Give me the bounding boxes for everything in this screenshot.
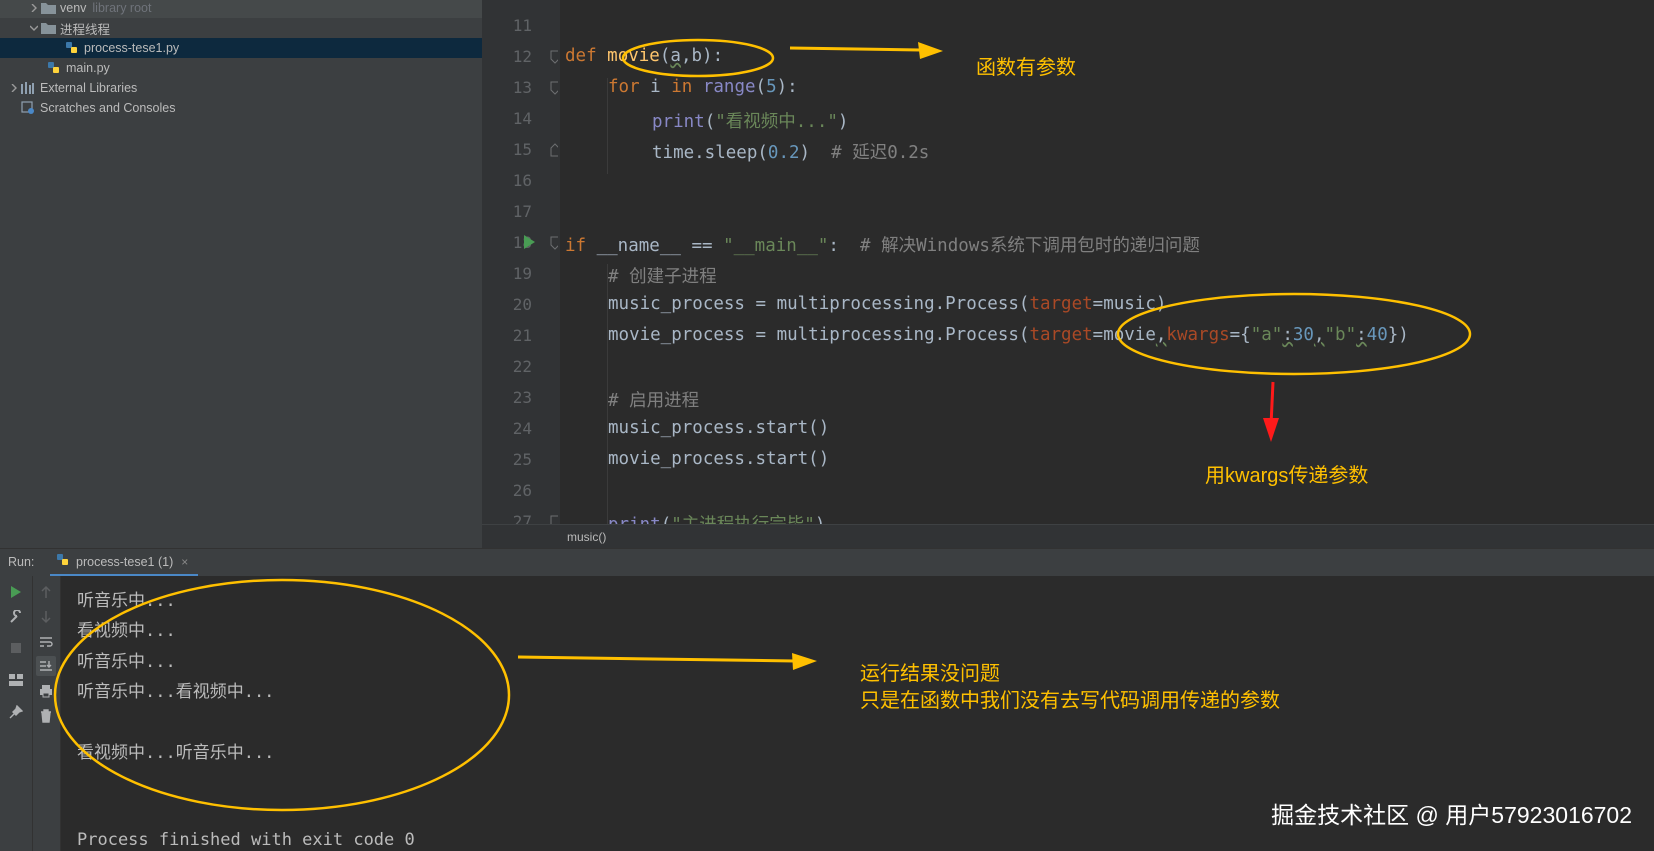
line-number: 20 bbox=[512, 295, 532, 314]
python-icon bbox=[56, 553, 70, 570]
fold-marker-icon[interactable] bbox=[550, 236, 558, 250]
clear-button[interactable] bbox=[36, 706, 56, 726]
stop-icon bbox=[11, 643, 21, 653]
wrap-icon bbox=[40, 637, 53, 647]
console-line: 看视频中... bbox=[77, 621, 176, 641]
annotation-text: 只是在函数中我们没有去写代码调用传递的参数 bbox=[860, 690, 1280, 712]
pin-icon bbox=[9, 705, 23, 719]
code-line-15[interactable]: time.sleep(0.2) # 延迟0.2s bbox=[652, 139, 929, 164]
line-number: 19 bbox=[512, 264, 532, 283]
annotation-text: 函数有参数 bbox=[976, 57, 1076, 79]
rerun-button[interactable] bbox=[6, 582, 26, 602]
folder-icon bbox=[40, 1, 56, 15]
line-number: 23 bbox=[512, 388, 532, 407]
chevron-right-icon[interactable] bbox=[28, 2, 40, 14]
editor-breadcrumb-bar: music() bbox=[482, 524, 1654, 549]
tree-item-external-libraries[interactable]: External Libraries bbox=[0, 78, 482, 98]
tree-item-process-file[interactable]: process-tese1.py bbox=[0, 38, 482, 58]
up-button[interactable] bbox=[36, 582, 56, 602]
line-number: 16 bbox=[512, 171, 532, 190]
edit-config-button[interactable] bbox=[6, 607, 26, 627]
code-line-19[interactable]: # 创建子进程 bbox=[608, 263, 717, 288]
pin-button[interactable] bbox=[6, 702, 26, 722]
line-number: 13 bbox=[512, 78, 532, 97]
code-line-13[interactable]: for i in range(5): bbox=[608, 77, 798, 97]
scroll-to-end-button[interactable] bbox=[36, 656, 56, 676]
run-gutter-icon[interactable] bbox=[522, 234, 536, 250]
tree-item-scratches[interactable]: Scratches and Consoles bbox=[0, 98, 482, 118]
run-tool-window-header: Run: process-tese1 (1) × bbox=[0, 548, 1654, 577]
line-number: 22 bbox=[512, 357, 532, 376]
tree-item-venv[interactable]: venv library root bbox=[0, 0, 482, 18]
arrow-down-icon bbox=[41, 611, 51, 624]
chevron-down-icon[interactable] bbox=[28, 22, 40, 34]
scroll-end-icon bbox=[40, 661, 52, 671]
layout-icon bbox=[9, 674, 23, 686]
line-number: 17 bbox=[512, 202, 532, 221]
run-tab-label: process-tese1 (1) bbox=[76, 554, 174, 569]
fold-marker-icon[interactable] bbox=[550, 81, 558, 95]
close-icon[interactable]: × bbox=[181, 555, 188, 569]
console-line: 听音乐中...看视频中... bbox=[77, 682, 275, 702]
line-number: 25 bbox=[512, 450, 532, 469]
code-line-20[interactable]: music_process = multiprocessing.Process(… bbox=[608, 294, 1166, 314]
code-line-24[interactable]: music_process.start() bbox=[608, 418, 829, 438]
tree-item-label: venv bbox=[60, 1, 87, 15]
watermark: 掘金技术社区 @ 用户57923016702 bbox=[1271, 802, 1632, 828]
console-line: 看视频中...听音乐中... bbox=[77, 743, 275, 763]
down-button[interactable] bbox=[36, 607, 56, 627]
tree-item-label: process-tese1.py bbox=[84, 41, 180, 55]
line-number: 15 bbox=[512, 140, 532, 159]
play-icon bbox=[11, 586, 21, 598]
library-root-tag: library root bbox=[92, 1, 152, 15]
annotation-text: 运行结果没问题 bbox=[860, 663, 1000, 685]
breadcrumb[interactable]: music() bbox=[567, 530, 606, 544]
code-line-12[interactable]: def movie(a,b): bbox=[565, 46, 723, 66]
line-number: 21 bbox=[512, 326, 532, 345]
folder-icon bbox=[40, 21, 56, 35]
trash-icon bbox=[41, 709, 51, 723]
tree-item-label: 进程线程 bbox=[60, 22, 111, 37]
library-icon bbox=[20, 81, 36, 95]
chevron-right-icon[interactable] bbox=[8, 82, 20, 94]
code-line-21[interactable]: movie_process = multiprocessing.Process(… bbox=[608, 325, 1409, 345]
console-line: Process finished with exit code 0 bbox=[77, 830, 415, 850]
line-number: 11 bbox=[512, 16, 532, 35]
layout-button[interactable] bbox=[6, 670, 26, 690]
project-tool-window: venv library root 进程线程 process-tese1.py … bbox=[0, 0, 482, 548]
run-tab-process[interactable]: process-tese1 (1) × bbox=[50, 549, 199, 577]
tree-item-folder[interactable]: 进程线程 bbox=[0, 18, 482, 38]
print-icon bbox=[40, 685, 52, 698]
fold-end-marker-icon[interactable] bbox=[550, 143, 558, 157]
stop-button[interactable] bbox=[6, 638, 26, 658]
code-line-25[interactable]: movie_process.start() bbox=[608, 449, 829, 469]
wrench-icon bbox=[10, 610, 21, 623]
code-line-23[interactable]: # 启用进程 bbox=[608, 387, 699, 412]
line-number: 14 bbox=[512, 109, 532, 128]
python-file-icon bbox=[64, 41, 80, 55]
editor-gutter: 11 12 13 14 15 16 17 18 19 20 21 22 23 2… bbox=[482, 0, 560, 532]
console-line: 听音乐中... bbox=[77, 591, 176, 611]
tree-item-label: External Libraries bbox=[40, 81, 138, 95]
annotation-text: 用kwargs传递参数 bbox=[1205, 465, 1369, 487]
python-file-icon bbox=[46, 61, 62, 75]
line-number: 12 bbox=[512, 47, 532, 66]
console-line: 听音乐中... bbox=[77, 652, 176, 672]
code-line-14[interactable]: print("看视频中...") bbox=[652, 108, 848, 133]
run-toolbar-secondary bbox=[33, 576, 61, 851]
arrow-up-icon bbox=[41, 585, 51, 598]
line-number: 24 bbox=[512, 419, 532, 438]
tree-item-label: main.py bbox=[66, 61, 110, 75]
scratches-icon bbox=[20, 101, 36, 115]
soft-wrap-button[interactable] bbox=[36, 632, 56, 652]
tree-item-main-py[interactable]: main.py bbox=[0, 58, 482, 78]
fold-marker-icon[interactable] bbox=[550, 50, 558, 64]
line-number: 26 bbox=[512, 481, 532, 500]
run-label: Run: bbox=[8, 555, 35, 569]
print-button[interactable] bbox=[36, 681, 56, 701]
run-toolbar-primary bbox=[0, 576, 33, 851]
tree-item-label: Scratches and Consoles bbox=[40, 101, 176, 115]
code-line-18[interactable]: if __name__ == "__main__": # 解决Windows系统… bbox=[565, 232, 1200, 257]
